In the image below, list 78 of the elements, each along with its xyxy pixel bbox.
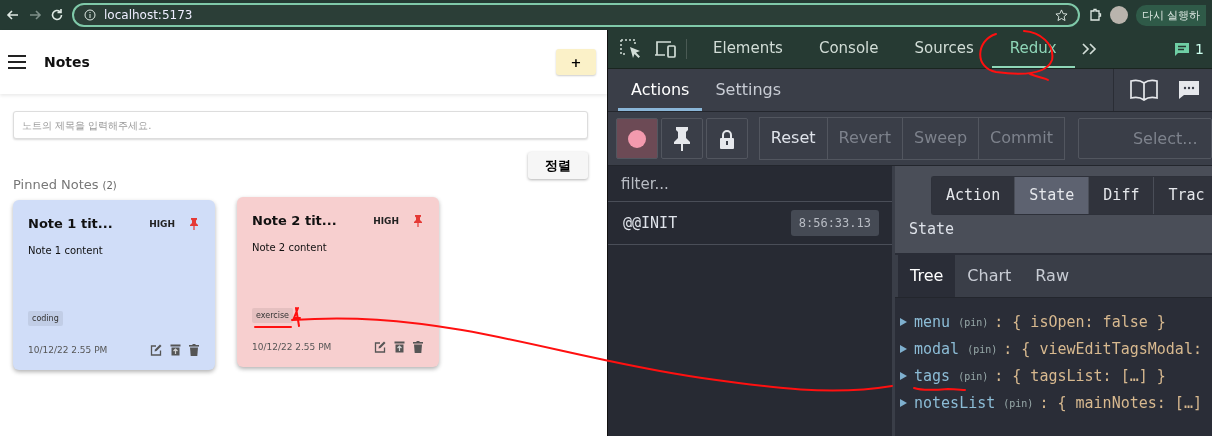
archive-icon[interactable] xyxy=(170,344,181,356)
pin-hint: (pin) xyxy=(967,343,998,355)
tree-value: : { viewEditTagsModal: xyxy=(1003,340,1202,358)
device-icon[interactable] xyxy=(654,39,678,59)
priority-label: HIGH xyxy=(373,215,399,226)
back-icon[interactable] xyxy=(6,8,20,22)
pin-icon xyxy=(671,126,692,151)
extension-icon[interactable] xyxy=(1087,8,1102,22)
tab[interactable]: Console xyxy=(800,30,897,68)
tree-value: : { isOpen: false } xyxy=(994,313,1166,331)
action-name[interactable]: @@INIT xyxy=(623,214,791,232)
tree-key[interactable]: menu xyxy=(914,313,951,331)
sort-button[interactable]: 정렬 xyxy=(528,152,588,179)
reload-icon[interactable] xyxy=(50,8,64,22)
pin-hint: (pin) xyxy=(958,370,989,382)
tab[interactable]: Tree xyxy=(898,255,956,297)
section-title: Pinned Notes xyxy=(13,177,99,192)
address-bar[interactable]: localhost:5173 xyxy=(72,3,1080,27)
tree-value: : { mainNotes: […] xyxy=(1039,394,1202,412)
tab[interactable]: Trac xyxy=(1154,177,1212,214)
priority-label: HIGH xyxy=(149,218,175,229)
tab[interactable]: Elements xyxy=(695,30,801,68)
issues-counter[interactable]: 1 xyxy=(1174,41,1204,57)
expand-arrow-icon[interactable] xyxy=(899,398,908,408)
edit-icon[interactable] xyxy=(150,344,162,356)
record-button[interactable] xyxy=(616,118,658,159)
search-field[interactable]: 노트의 제목을 입력해주세요. xyxy=(13,111,588,139)
tab[interactable]: Settings xyxy=(702,69,795,111)
expand-arrow-icon[interactable] xyxy=(899,317,908,327)
tab[interactable]: State xyxy=(1015,177,1090,214)
archive-icon[interactable] xyxy=(394,341,405,353)
state-heading: State xyxy=(909,220,956,238)
avatar[interactable] xyxy=(1109,6,1128,24)
tree-key[interactable]: modal xyxy=(914,340,960,358)
book-icon[interactable] xyxy=(1130,79,1158,101)
edit-icon[interactable] xyxy=(374,341,386,353)
app-title: Notes xyxy=(44,54,91,70)
tab[interactable]: Chart xyxy=(955,255,1024,297)
star-icon[interactable] xyxy=(1054,8,1068,22)
record-icon xyxy=(626,128,647,149)
pin-hint: (pin) xyxy=(958,316,989,328)
tab[interactable]: Raw xyxy=(1023,255,1081,297)
tree-key[interactable]: notesList xyxy=(914,394,996,412)
tab[interactable]: Sources xyxy=(896,30,992,68)
pin-icon[interactable] xyxy=(413,214,423,227)
add-note-button[interactable]: + xyxy=(556,49,596,75)
note-title: Note 2 tit... xyxy=(252,213,338,228)
note-date: 10/12/22 2.55 PM xyxy=(28,345,109,355)
note-count: (2) xyxy=(102,180,117,191)
pin-hint: (pin) xyxy=(1003,397,1034,409)
pin-icon[interactable] xyxy=(189,217,199,230)
note-content: Note 2 content xyxy=(252,242,328,253)
tag-chip[interactable]: exercise xyxy=(252,308,293,323)
trash-icon[interactable] xyxy=(413,341,423,353)
toolbar-button[interactable]: Reset xyxy=(759,118,828,159)
info-icon xyxy=(84,9,96,21)
note-content: Note 1 content xyxy=(28,245,104,256)
tab[interactable]: Diff xyxy=(1089,177,1155,214)
lock-icon xyxy=(718,128,735,149)
pin-button[interactable] xyxy=(660,118,703,159)
filter-field[interactable]: filter... xyxy=(608,166,892,202)
tree-value: : { tagsList: […] } xyxy=(994,367,1166,385)
action-time: 8:56:33.13 xyxy=(790,210,879,236)
forward-icon[interactable] xyxy=(28,8,42,22)
relaunch-button[interactable]: 다시 실행하 xyxy=(1135,4,1206,26)
tab[interactable]: Action xyxy=(932,177,1016,214)
inspect-icon[interactable] xyxy=(620,39,642,59)
tag-chip[interactable]: coding xyxy=(28,311,63,326)
expand-arrow-icon[interactable] xyxy=(899,371,908,381)
tree-key[interactable]: tags xyxy=(914,367,951,385)
menu-icon[interactable] xyxy=(8,55,26,69)
trash-icon[interactable] xyxy=(189,344,199,356)
more-tabs-icon[interactable] xyxy=(1080,42,1099,56)
feedback-icon[interactable] xyxy=(1178,80,1200,100)
expand-arrow-icon[interactable] xyxy=(899,344,908,354)
lock-button[interactable] xyxy=(705,118,748,159)
note-date: 10/12/22 2.55 PM xyxy=(252,342,333,352)
note-title: Note 1 tit... xyxy=(28,216,114,231)
